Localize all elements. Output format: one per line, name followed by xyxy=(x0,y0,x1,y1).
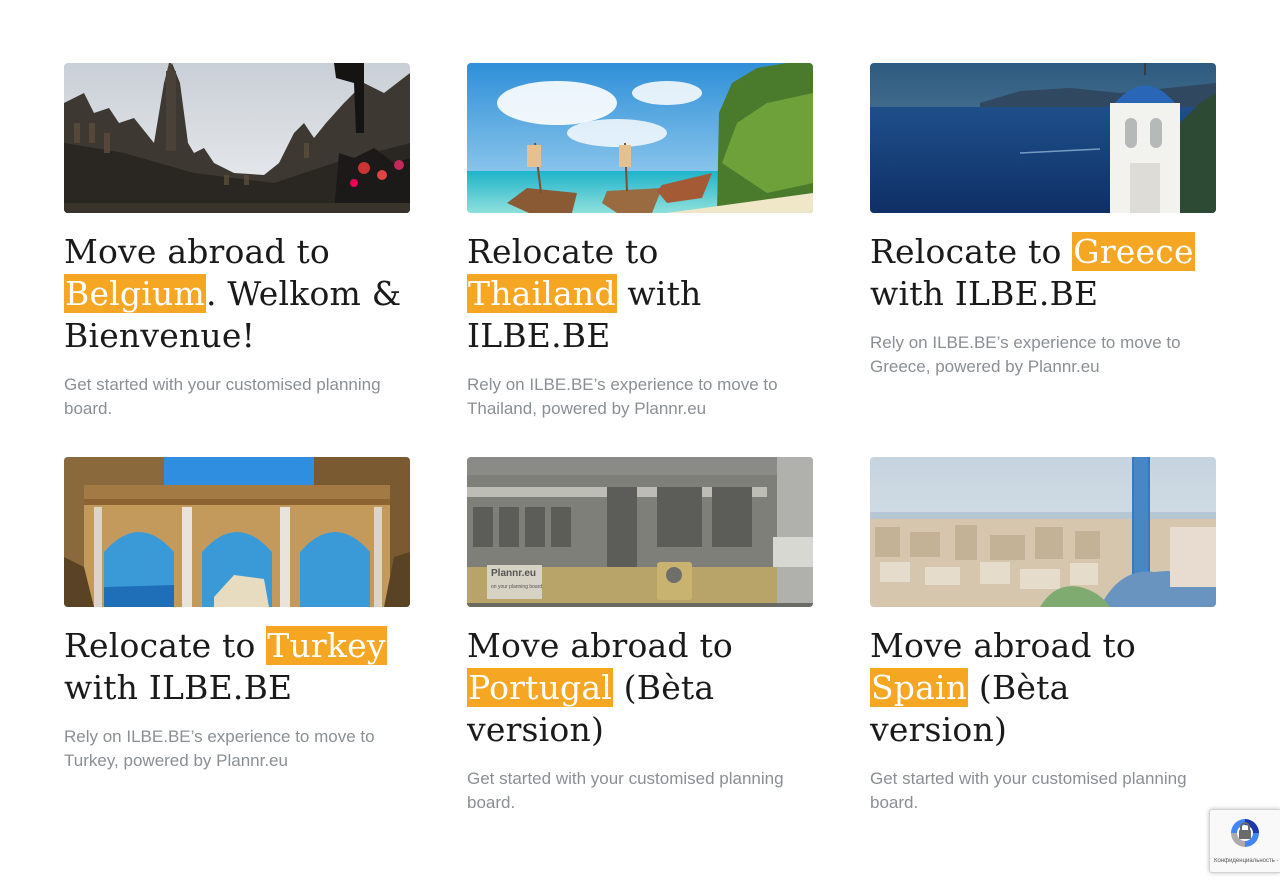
title-text: Relocate to xyxy=(467,232,659,271)
highlighted-country: Portugal xyxy=(467,668,613,707)
card-description: Get started with your customised plannin… xyxy=(64,375,381,418)
card-title[interactable]: Move abroad to Portugal (Bèta version) xyxy=(467,625,813,751)
portugal-image[interactable]: Plannr.eu on your planning board xyxy=(467,457,813,607)
recaptcha-privacy-text[interactable]: Конфиденциальность - Условия использован… xyxy=(1214,858,1278,865)
recaptcha-icon xyxy=(1231,819,1259,847)
card-description: Rely on ILBE.BE’s experience to move to … xyxy=(870,333,1181,376)
card-thailand[interactable]: Relocate to Thailand with ILBE.BE Rely o… xyxy=(467,63,813,457)
highlighted-country: Thailand xyxy=(467,274,617,313)
card-title[interactable]: Relocate to Turkey with ILBE.BE xyxy=(64,625,410,709)
card-title[interactable]: Relocate to Greece with ILBE.BE xyxy=(870,231,1216,315)
title-text: Move abroad to xyxy=(64,232,330,271)
highlighted-country: Turkey xyxy=(266,626,387,665)
card-title[interactable]: Move abroad to Belgium. Welkom & Bienven… xyxy=(64,231,410,357)
card-description: Rely on ILBE.BE’s experience to move to … xyxy=(64,727,375,770)
destinations-grid: Move abroad to Belgium. Welkom & Bienven… xyxy=(64,63,1216,817)
turkey-image[interactable] xyxy=(64,457,410,607)
title-text: Relocate to xyxy=(64,626,267,665)
card-description: Rely on ILBE.BE’s experience to move to … xyxy=(467,375,778,418)
belgium-image[interactable] xyxy=(64,63,410,213)
title-text: with ILBE.BE xyxy=(870,274,1099,313)
plannr-brand-tagline: on your planning board xyxy=(491,584,542,590)
highlighted-country: Greece xyxy=(1072,232,1195,271)
card-turkey[interactable]: Relocate to Turkey with ILBE.BE Rely on … xyxy=(64,457,410,817)
plannr-brand-text: Plannr.eu xyxy=(491,568,536,579)
title-text: Relocate to xyxy=(870,232,1073,271)
card-spain[interactable]: Move abroad to Spain (Bèta version) Get … xyxy=(870,457,1216,817)
title-text: Move abroad to xyxy=(467,626,733,665)
greece-image[interactable] xyxy=(870,63,1216,213)
card-title[interactable]: Relocate to Thailand with ILBE.BE xyxy=(467,231,813,357)
card-belgium[interactable]: Move abroad to Belgium. Welkom & Bienven… xyxy=(64,63,410,457)
card-title[interactable]: Move abroad to Spain (Bèta version) xyxy=(870,625,1216,751)
highlighted-country: Spain xyxy=(870,668,969,707)
card-description: Get started with your customised plannin… xyxy=(870,769,1187,812)
spain-image[interactable] xyxy=(870,457,1216,607)
card-greece[interactable]: Relocate to Greece with ILBE.BE Rely on … xyxy=(870,63,1216,457)
title-text: with ILBE.BE xyxy=(64,668,293,707)
recaptcha-badge[interactable]: Конфиденциальность - Условия использован… xyxy=(1209,809,1280,873)
title-text: Move abroad to xyxy=(870,626,1136,665)
card-portugal[interactable]: Plannr.eu on your planning board Move ab… xyxy=(467,457,813,817)
highlighted-country: Belgium xyxy=(64,274,206,313)
card-description: Get started with your customised plannin… xyxy=(467,769,784,812)
thailand-image[interactable] xyxy=(467,63,813,213)
